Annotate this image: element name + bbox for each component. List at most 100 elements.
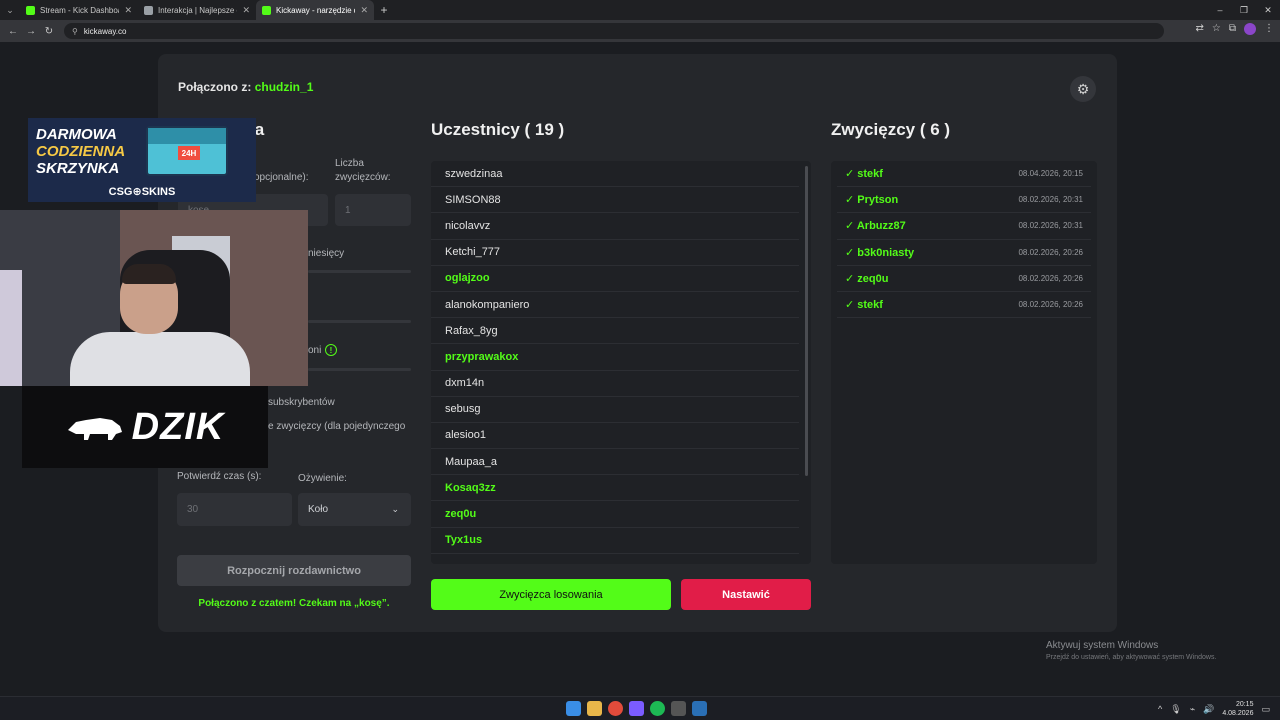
participant-row[interactable]: przyprawakox [431, 344, 799, 371]
kick-favicon-icon [26, 5, 35, 15]
participants-title: Uczestnicy ( 19 ) [431, 120, 565, 139]
participants-list[interactable]: szwedzinaa SIMSON88 nicolavvz Ketchi_777 ogl… [431, 161, 811, 564]
volume-icon[interactable]: 🔊 [1203, 704, 1214, 715]
windows-taskbar: ^ 🎙 ⌁ 🔊 20:15 4.08.2026 ▭ [0, 696, 1280, 720]
site-favicon-icon [144, 5, 153, 15]
webcam-feed [0, 210, 308, 386]
participant-row[interactable]: Ketchi_777 [431, 240, 799, 266]
start-giveaway-button[interactable]: Rozpocznij rozdawnictwo [177, 555, 411, 586]
winners-list: ✓ stekf 08.04.2026, 20:15 ✓ Prytson 08.02.2… [831, 161, 1097, 564]
close-window-icon[interactable]: ✕ [1256, 0, 1280, 20]
menu-kebab-icon[interactable]: ⋮ [1264, 23, 1274, 35]
participant-row[interactable]: Rafax_8yg [431, 318, 799, 345]
winner-row: ✓ stekf 08.02.2026, 20:26 [837, 292, 1091, 319]
participant-row[interactable]: oglajzoo [431, 266, 799, 292]
url-input[interactable]: ⚲ kickaway.co [64, 23, 1164, 39]
animation-select[interactable]: Koło ⌄ [298, 493, 411, 526]
forward-icon[interactable]: → [22, 26, 40, 37]
tab-kick-dashboard[interactable]: Stream - Kick Dashboard ✕ [20, 0, 138, 20]
option-slider[interactable] [308, 320, 411, 323]
info-icon[interactable]: ! [325, 344, 337, 356]
steam-icon[interactable] [692, 701, 707, 716]
bookmark-star-icon[interactable]: ☆ [1212, 23, 1221, 35]
clock-date: 4.08.2026 [1222, 710, 1254, 717]
reset-button[interactable]: Nastawić [681, 579, 811, 610]
participant-row[interactable]: alesioo1 [431, 423, 799, 450]
clock[interactable]: 20:15 4.08.2026 [1222, 700, 1253, 718]
cam-shirt [70, 332, 250, 386]
participant-row[interactable]: alanokompaniero [431, 292, 799, 319]
chest-icon: 24H [146, 126, 228, 176]
winner-name: ✓ stekf [845, 168, 883, 181]
sponsor-name: DZIK [131, 405, 225, 448]
cam-hair [122, 264, 176, 284]
winner-date: 08.02.2026, 20:26 [1018, 247, 1083, 257]
boar-icon [67, 418, 122, 440]
chrome-icon[interactable] [608, 701, 623, 716]
participant-row[interactable]: zeq0u [431, 501, 799, 528]
promo-line-1: DARMOWA [36, 126, 117, 143]
toolbar-icons: ⇄ ☆ ⧉ ⋮ [1196, 23, 1274, 35]
microphone-icon[interactable]: 🎙 [1170, 704, 1181, 715]
browser-tabbar: ⌄ Stream - Kick Dashboard ✕ Interakcja |… [0, 0, 1280, 20]
confirm-time-input[interactable]: 30 [177, 493, 292, 526]
close-icon[interactable]: ✕ [242, 5, 250, 16]
chat-status-message: Połączono z czatem! Czekam na „kosę”. [198, 598, 390, 609]
site-info-icon[interactable]: ⚲ [72, 27, 78, 36]
winner-name: ✓ Arbuzz87 [845, 220, 906, 233]
participant-row[interactable]: Kosaq3zz [431, 475, 799, 502]
winner-row: ✓ stekf 08.04.2026, 20:15 [837, 161, 1091, 188]
winner-date: 08.02.2026, 20:31 [1018, 195, 1083, 205]
months-slider[interactable] [308, 270, 411, 273]
settings-gear-icon[interactable]: ⚙ [1070, 76, 1096, 102]
participant-row[interactable]: sebusg [431, 397, 799, 423]
months-label: niesięcy [308, 248, 345, 259]
reload-icon[interactable]: ↻ [40, 26, 58, 37]
windows-activation-watermark: Aktywuj system Windows Przejdź do ustawi… [1046, 640, 1216, 661]
spotify-icon[interactable] [650, 701, 665, 716]
close-icon[interactable]: ✕ [124, 5, 132, 16]
notifications-icon[interactable]: ▭ [1261, 704, 1270, 715]
confirm-time-label: Potwierdź czas (s): [177, 471, 262, 482]
option-divider [308, 368, 411, 371]
winner-name: ✓ Prytson [845, 194, 899, 207]
winner-date: 08.02.2026, 20:31 [1018, 221, 1083, 231]
network-icon[interactable]: ⌁ [1190, 704, 1195, 715]
profile-avatar[interactable] [1244, 23, 1256, 35]
tab-interakcja[interactable]: Interakcja | Najlepsze oprogram ✕ [138, 0, 256, 20]
url-text: kickaway.co [83, 26, 127, 36]
participant-row[interactable]: Maupaa_a [431, 449, 799, 476]
extensions-icon[interactable]: ⧉ [1229, 23, 1236, 35]
start-icon[interactable] [566, 701, 581, 716]
participant-row[interactable]: dxm14n [431, 371, 799, 397]
chevron-down-icon: ⌄ [391, 504, 399, 514]
keyword-label: opcjonalne): [254, 172, 309, 183]
participant-row[interactable]: Tyx1us [431, 528, 799, 554]
tab-kickaway[interactable]: Kickaway - narzędzie do rozdaw ✕ [256, 0, 374, 20]
participant-row[interactable]: szwedzinaa [431, 161, 799, 188]
participant-row[interactable]: nicolavvz [431, 213, 799, 240]
participant-row[interactable]: SIMSON88 [431, 187, 799, 214]
file-explorer-icon[interactable] [587, 701, 602, 716]
draw-winner-button[interactable]: Zwycięzca losowania [431, 579, 671, 610]
participants-scrollbar[interactable] [805, 166, 808, 476]
chat-app-icon[interactable] [629, 701, 644, 716]
same-winner-label: e zwycięzcy (dla pojedynczego [268, 421, 406, 432]
winner-row: ✓ b3k0niasty 08.02.2026, 20:26 [837, 240, 1091, 266]
promo-line-2: CODZIENNA [36, 143, 126, 160]
taskbar-apps [566, 701, 707, 716]
translate-icon[interactable]: ⇄ [1196, 23, 1204, 35]
chevron-up-icon[interactable]: ^ [1158, 704, 1162, 714]
close-icon[interactable]: ✕ [360, 5, 368, 16]
minimize-icon[interactable]: – [1208, 0, 1232, 20]
winners-title: Zwycięzcy ( 6 ) [831, 120, 951, 139]
back-icon[interactable]: ← [4, 26, 22, 37]
winners-count-input[interactable]: 1 [335, 194, 411, 226]
winner-row: ✓ Arbuzz87 08.02.2026, 20:31 [837, 213, 1091, 240]
browser-toolbar: ← → ↻ ⚲ kickaway.co ⇄ ☆ ⧉ ⋮ [0, 20, 1280, 42]
app-icon[interactable] [671, 701, 686, 716]
new-tab-icon[interactable]: + [374, 3, 394, 17]
restore-icon[interactable]: ❐ [1232, 0, 1256, 20]
tab-search-icon[interactable]: ⌄ [0, 0, 20, 20]
chest-lid [148, 128, 226, 144]
